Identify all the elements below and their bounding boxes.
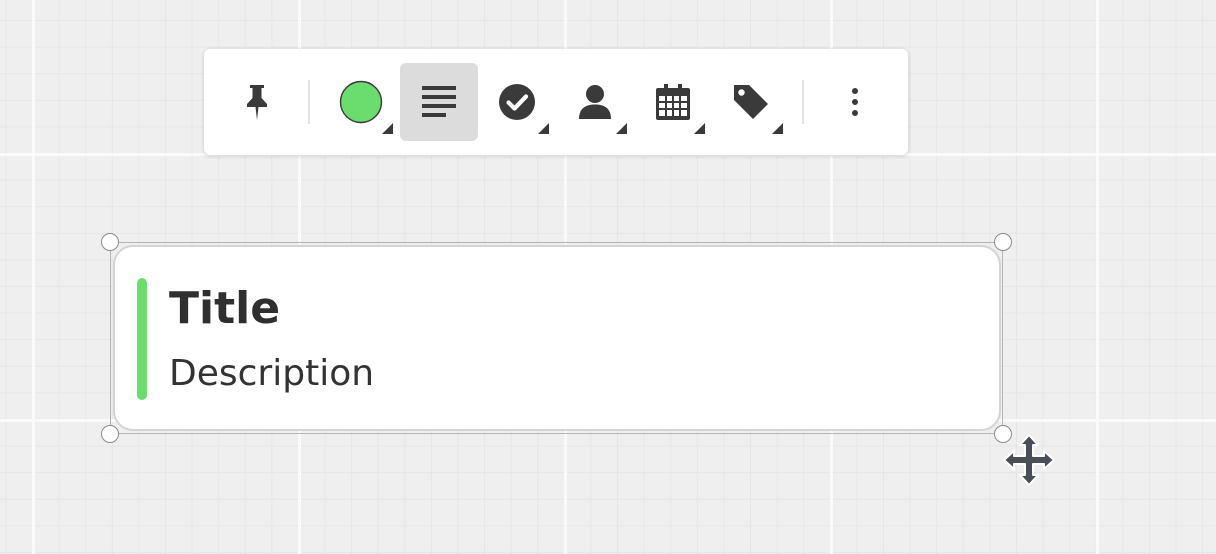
assignee-button[interactable] — [556, 63, 634, 141]
resize-handle-bottom-left[interactable] — [101, 425, 119, 443]
card-description[interactable]: Description — [169, 351, 374, 397]
resize-handle-top-left[interactable] — [101, 233, 119, 251]
color-circle-icon — [339, 80, 383, 124]
check-circle-icon — [499, 84, 535, 120]
tag-button[interactable] — [712, 63, 790, 141]
calendar-icon — [656, 84, 690, 120]
dropdown-caret-icon — [382, 123, 393, 134]
more-options-button[interactable] — [816, 63, 894, 141]
status-button[interactable] — [478, 63, 556, 141]
more-vertical-icon — [852, 88, 858, 116]
toolbar-divider — [802, 80, 804, 124]
dropdown-caret-icon — [538, 123, 549, 134]
card-toolbar — [204, 49, 908, 155]
card-accent-bar — [137, 278, 147, 400]
date-button[interactable] — [634, 63, 712, 141]
pushpin-icon — [247, 85, 267, 120]
person-icon — [579, 85, 611, 119]
resize-handle-top-right[interactable] — [994, 233, 1012, 251]
color-picker-button[interactable] — [322, 63, 400, 141]
text-lines-icon — [422, 86, 456, 117]
dropdown-caret-icon — [694, 123, 705, 134]
card-title[interactable]: Title — [169, 281, 280, 337]
tag-icon — [734, 85, 768, 119]
move-cursor-icon — [1003, 434, 1055, 486]
card[interactable]: Title Description — [113, 245, 1001, 431]
description-button[interactable] — [400, 63, 478, 141]
pin-button[interactable] — [218, 63, 296, 141]
dropdown-caret-icon — [772, 123, 783, 134]
dropdown-caret-icon — [616, 123, 627, 134]
toolbar-divider — [308, 80, 310, 124]
